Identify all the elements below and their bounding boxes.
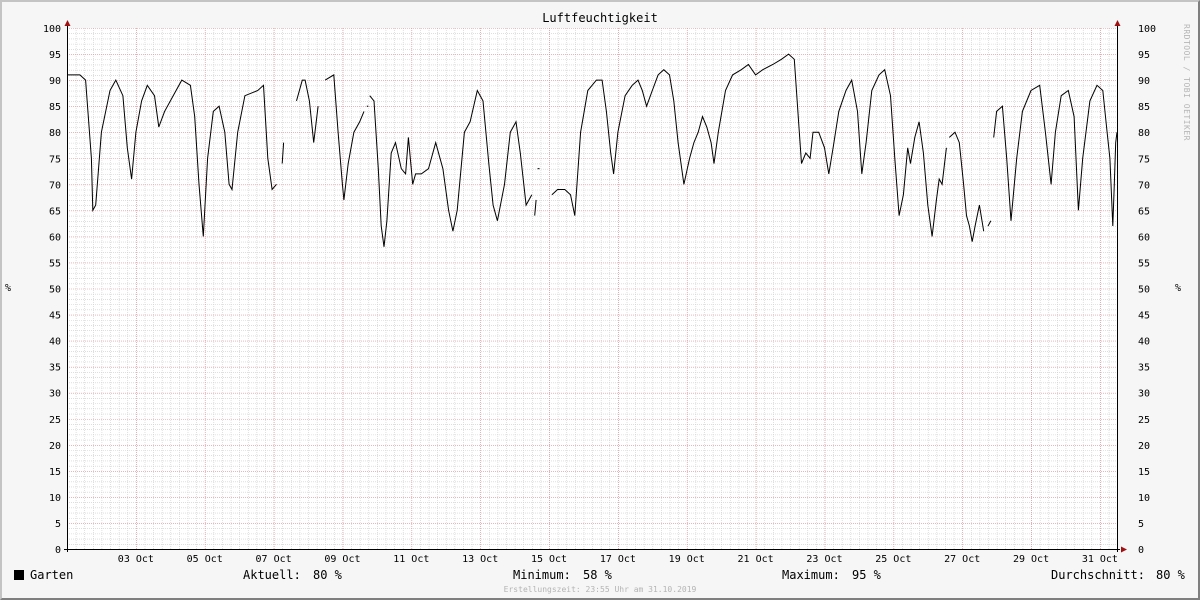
creation-time-footer: Erstellungszeit: 23:55 Uhr am 31.10.2019 xyxy=(503,585,697,594)
y-tick-label-left: 5 xyxy=(55,519,61,530)
legend-avg-label: Durchschnitt: xyxy=(1051,568,1145,582)
y-tick-label-left: 45 xyxy=(49,311,61,322)
y-tick-label-left: 55 xyxy=(49,258,61,269)
x-axis-arrow xyxy=(1121,546,1127,553)
y-tick-label-left: 95 xyxy=(49,50,61,61)
y-tick-label-right: 65 xyxy=(1138,206,1150,217)
y-tick-label-left: 65 xyxy=(49,206,61,217)
y-tick-label-left: 60 xyxy=(49,232,61,243)
x-tick-label: 17 Oct xyxy=(600,554,636,565)
x-tick-label: 09 Oct xyxy=(324,554,360,565)
y-tick-label-right: 0 xyxy=(1138,545,1144,556)
x-tick-label: 23 Oct xyxy=(806,554,842,565)
x-tick-label: 21 Oct xyxy=(738,554,774,565)
plot-area xyxy=(67,28,1117,549)
y-tick-label-right: 5 xyxy=(1138,519,1144,530)
x-ticks: 03 Oct 05 Oct 07 Oct 09 Oct 11 Oct 13 Oct 15 O… xyxy=(118,554,1118,565)
y-tick-label-right: 75 xyxy=(1138,154,1150,165)
y-ticks-left: 0 5 10 15 20 25 30 35 40 45 50 55 60 65 70 75 80 85 90 95 10… xyxy=(43,24,61,556)
y-tick-label-right: 35 xyxy=(1138,363,1150,374)
legend-series-name: Garten xyxy=(30,568,74,582)
x-tick-label: 19 Oct xyxy=(669,554,705,565)
y-tick-label-right: 100 xyxy=(1138,24,1156,35)
legend-avg-value: 80 % xyxy=(1156,568,1185,582)
x-tick-label: 05 Oct xyxy=(187,554,223,565)
chart-plot: 0510152025303540455055606570758085909510… xyxy=(43,20,1156,565)
y-tick-label-right: 70 xyxy=(1138,180,1150,191)
y-tick-label-left: 90 xyxy=(49,76,61,87)
y-axis-arrow-right xyxy=(1114,20,1121,26)
y-tick-label-left: 75 xyxy=(49,154,61,165)
y-tick-label-left: 85 xyxy=(49,102,61,113)
x-tick-label: 11 Oct xyxy=(393,554,429,565)
y-tick-label-left: 0 xyxy=(55,545,61,556)
y-axis-arrow-left xyxy=(64,20,71,26)
y-tick-label-right: 85 xyxy=(1138,102,1150,113)
y-tick-label-left: 25 xyxy=(49,415,61,426)
x-tick-label: 29 Oct xyxy=(1013,554,1049,565)
y-ticks-right: 0 5 10 15 20 25 30 35 40 45 50 55 60 65 70 75 80 85 90 95 10… xyxy=(1138,24,1156,556)
y-tick-label-right: 10 xyxy=(1138,493,1150,504)
x-tick-label: 31 Oct xyxy=(1082,554,1118,565)
y-tick-label-right: 30 xyxy=(1138,389,1150,400)
y-tick-label-right: 50 xyxy=(1138,285,1150,296)
legend-max-label: Maximum: xyxy=(782,568,840,582)
x-tick-label: 07 Oct xyxy=(256,554,292,565)
x-tick-label: 27 Oct xyxy=(944,554,980,565)
legend-max-value: 95 % xyxy=(852,568,881,582)
y-tick-label-left: 40 xyxy=(49,337,61,348)
y-tick-label-left: 20 xyxy=(49,441,61,452)
x-tick-label: 03 Oct xyxy=(118,554,154,565)
y-tick-label-left: 35 xyxy=(49,363,61,374)
y-tick-label-left: 10 xyxy=(49,493,61,504)
y-tick-label-right: 15 xyxy=(1138,467,1150,478)
y-tick-label-right: 25 xyxy=(1138,415,1150,426)
y-tick-label-left: 15 xyxy=(49,467,61,478)
legend-min-label: Minimum: xyxy=(513,568,571,582)
y-tick-label-left: 80 xyxy=(49,128,61,139)
y-tick-label-right: 95 xyxy=(1138,50,1150,61)
y-tick-label-left: 30 xyxy=(49,389,61,400)
legend-swatch-garten xyxy=(14,570,24,580)
y-tick-label-left: 50 xyxy=(49,285,61,296)
y-tick-label-right: 90 xyxy=(1138,76,1150,87)
y-tick-label-right: 80 xyxy=(1138,128,1150,139)
legend-current-label: Aktuell: xyxy=(243,568,301,582)
y-tick-label-right: 45 xyxy=(1138,311,1150,322)
y-tick-label-right: 60 xyxy=(1138,232,1150,243)
y-tick-label-right: 20 xyxy=(1138,441,1150,452)
y-tick-label-left: 70 xyxy=(49,180,61,191)
y-tick-label-right: 55 xyxy=(1138,258,1150,269)
x-tick-label: 15 Oct xyxy=(531,554,567,565)
x-tick-label: 13 Oct xyxy=(462,554,498,565)
x-tick-label: 25 Oct xyxy=(875,554,911,565)
legend-current-value: 80 % xyxy=(313,568,342,582)
legend-min-value: 58 % xyxy=(583,568,612,582)
y-tick-label-right: 40 xyxy=(1138,337,1150,348)
y-tick-label-left: 100 xyxy=(43,24,61,35)
